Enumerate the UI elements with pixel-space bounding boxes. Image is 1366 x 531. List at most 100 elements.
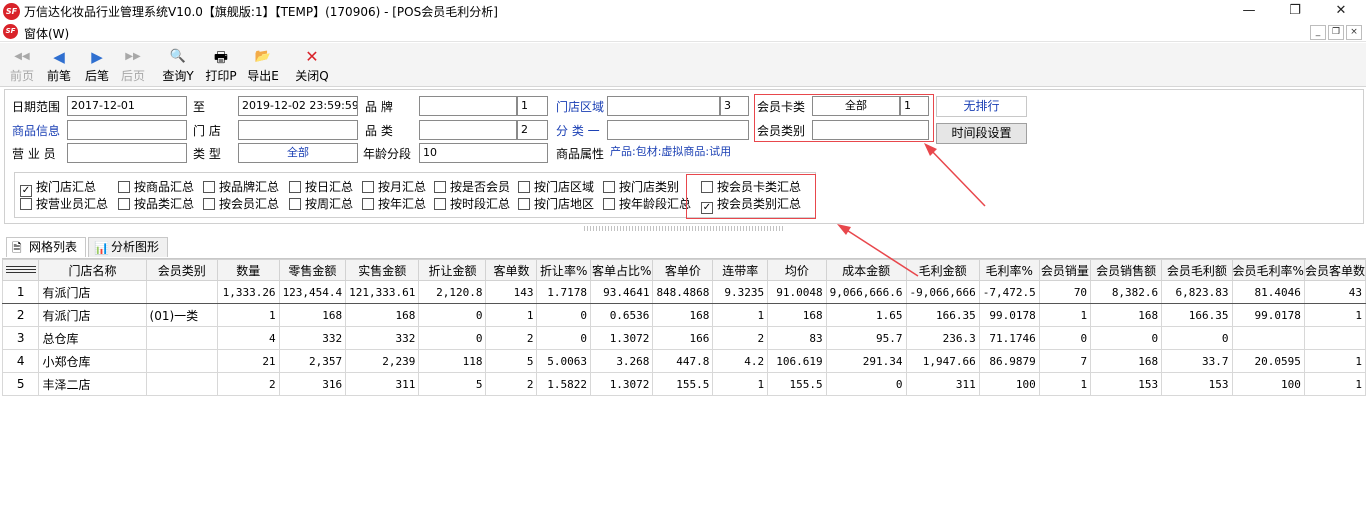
column-header[interactable]: 折让金额 (418, 259, 487, 281)
table-cell[interactable]: 2 (485, 372, 538, 396)
mdi-restore-button[interactable]: ❐ (1328, 25, 1344, 40)
column-header[interactable]: 毛利金额 (905, 259, 980, 281)
table-cell[interactable]: 1 (1303, 349, 1366, 373)
time-period-button[interactable]: 时间段设置 (936, 123, 1027, 144)
checkbox-row2-2[interactable]: 按会员汇总 (203, 197, 279, 212)
table-cell[interactable] (1231, 326, 1305, 350)
mdi-minimize-button[interactable]: _ (1310, 25, 1326, 40)
column-header[interactable]: 会员销售额 (1090, 259, 1163, 281)
store-input[interactable] (238, 120, 358, 140)
table-cell[interactable]: 848.4868 (652, 280, 714, 304)
close-form-button[interactable]: ✕ 关闭Q (293, 47, 331, 85)
table-cell[interactable]: 71.1746 (978, 326, 1040, 350)
date-to-input[interactable]: 2019-12-02 23:59:59 (238, 96, 358, 116)
table-cell[interactable]: 8,382.6 (1090, 280, 1163, 304)
restore-button[interactable]: ❐ (1272, 0, 1318, 22)
table-cell[interactable]: 168 (345, 303, 420, 327)
table-cell[interactable]: 5 (485, 349, 538, 373)
table-cell[interactable]: 小郑仓库 (38, 349, 147, 373)
table-cell[interactable]: 143 (485, 280, 538, 304)
table-cell[interactable]: 21 (217, 349, 280, 373)
table-cell[interactable]: 1,947.66 (905, 349, 980, 373)
table-cell[interactable]: 有派门店 (38, 280, 147, 304)
checkbox-row1-0[interactable]: ✓ 按门店汇总 (20, 180, 96, 197)
tab-grid-list[interactable]: 🗎 网格列表 (6, 237, 86, 257)
table-cell[interactable]: 0.6536 (590, 303, 654, 327)
table-cell[interactable]: 95.7 (825, 326, 907, 350)
table-cell[interactable]: 153 (1161, 372, 1233, 396)
table-cell[interactable]: 70 (1038, 280, 1092, 304)
next-record-button[interactable]: ▶ 后笔 (80, 47, 114, 85)
column-header[interactable]: 连带率 (712, 259, 769, 281)
table-cell[interactable]: 1 (1303, 303, 1366, 327)
table-cell[interactable]: 33.7 (1161, 349, 1233, 373)
export-button[interactable]: 📂 导出E (245, 47, 281, 85)
table-cell[interactable]: 0 (1090, 326, 1163, 350)
table-cell[interactable]: 20.0595 (1231, 349, 1305, 373)
table-row[interactable]: 5 丰泽二店 2 316 311 5 2 1.5822 1.3072 155.5 1 155.5 0 31… (1, 372, 1366, 396)
table-cell[interactable]: 2,120.8 (418, 280, 487, 304)
table-cell[interactable]: 1 (1303, 372, 1366, 396)
table-cell[interactable]: 86.9879 (978, 349, 1040, 373)
product-info-label[interactable]: 商品信息 (12, 122, 60, 139)
table-cell[interactable]: 1 (485, 303, 538, 327)
table-cell[interactable]: 1,333.26 (217, 280, 280, 304)
table-cell[interactable]: 5 (418, 372, 487, 396)
close-window-button[interactable]: ✕ (1318, 0, 1364, 22)
table-cell[interactable]: 9.3235 (712, 280, 769, 304)
table-cell[interactable] (1303, 326, 1366, 350)
table-cell[interactable]: 1.65 (825, 303, 907, 327)
table-cell[interactable]: 1.3072 (590, 326, 654, 350)
table-cell[interactable]: 9,066,666.6 (825, 280, 907, 304)
table-cell[interactable]: 2 (217, 372, 280, 396)
column-header[interactable]: 毛利率% (978, 259, 1040, 281)
table-cell[interactable]: 1 (712, 303, 769, 327)
table-cell[interactable] (145, 280, 219, 304)
table-cell[interactable]: 1 (712, 372, 769, 396)
table-cell[interactable]: 153 (1090, 372, 1163, 396)
checkbox-row1-1[interactable]: 按商品汇总 (118, 180, 194, 195)
table-cell[interactable]: 99.0178 (1231, 303, 1305, 327)
column-header[interactable]: 会员毛利率% (1231, 259, 1305, 281)
table-cell[interactable] (145, 349, 219, 373)
checkbox-row1-4[interactable]: 按月汇总 (362, 180, 426, 195)
column-header[interactable]: 客单占比% (590, 259, 654, 281)
checkbox-row2-6[interactable]: 按门店地区 (518, 197, 594, 212)
table-cell[interactable]: 4 (217, 326, 280, 350)
table-cell[interactable]: 0 (536, 326, 592, 350)
table-cell[interactable]: -7,472.5 (978, 280, 1040, 304)
checkbox-row1-2[interactable]: 按品牌汇总 (203, 180, 279, 195)
table-cell[interactable] (145, 326, 219, 350)
column-header[interactable]: 客单价 (652, 259, 714, 281)
product-info-input[interactable] (67, 120, 187, 140)
tab-analysis-chart[interactable]: 📊 分析图形 (88, 237, 168, 257)
brand-input[interactable] (419, 96, 517, 116)
table-cell[interactable]: 311 (905, 372, 980, 396)
category-input[interactable] (419, 120, 517, 140)
table-cell[interactable]: 123,454.4 (278, 280, 347, 304)
table-cell[interactable]: 1.3072 (590, 372, 654, 396)
checkbox-row1-6[interactable]: 按门店区域 (518, 180, 594, 195)
table-row[interactable]: 2 有派门店 (01)一类 1 168 168 0 1 0 0.6536 168 1 168 1.65 16… (1, 303, 1366, 327)
row-number[interactable]: 2 (1, 303, 40, 327)
classify-input[interactable] (607, 120, 749, 140)
query-button[interactable]: 🔍 查询Y (160, 47, 196, 85)
table-cell[interactable]: 0 (418, 303, 487, 327)
table-cell[interactable]: 291.34 (825, 349, 907, 373)
checkbox-row2-3[interactable]: 按周汇总 (289, 197, 353, 212)
table-cell[interactable]: 81.4046 (1231, 280, 1305, 304)
store-area-input[interactable] (607, 96, 720, 116)
prev-page-button[interactable]: ◀◀ 前页 (6, 47, 38, 85)
menu-window[interactable]: 窗体(W) (24, 25, 69, 42)
table-cell[interactable]: 100 (978, 372, 1040, 396)
row-number[interactable]: 5 (1, 372, 40, 396)
product-attr-value[interactable]: 产品:包材:虚拟商品:试用 (607, 143, 749, 163)
table-cell[interactable]: 155.5 (652, 372, 714, 396)
table-cell[interactable]: 447.8 (652, 349, 714, 373)
column-header[interactable]: 折让率% (536, 259, 592, 281)
mdi-close-button[interactable]: × (1346, 25, 1362, 40)
age-group-input[interactable]: 10 (419, 143, 548, 163)
table-cell[interactable]: 2 (712, 326, 769, 350)
column-header[interactable]: 会员类别 (145, 259, 219, 281)
table-cell[interactable]: 2,357 (278, 349, 347, 373)
